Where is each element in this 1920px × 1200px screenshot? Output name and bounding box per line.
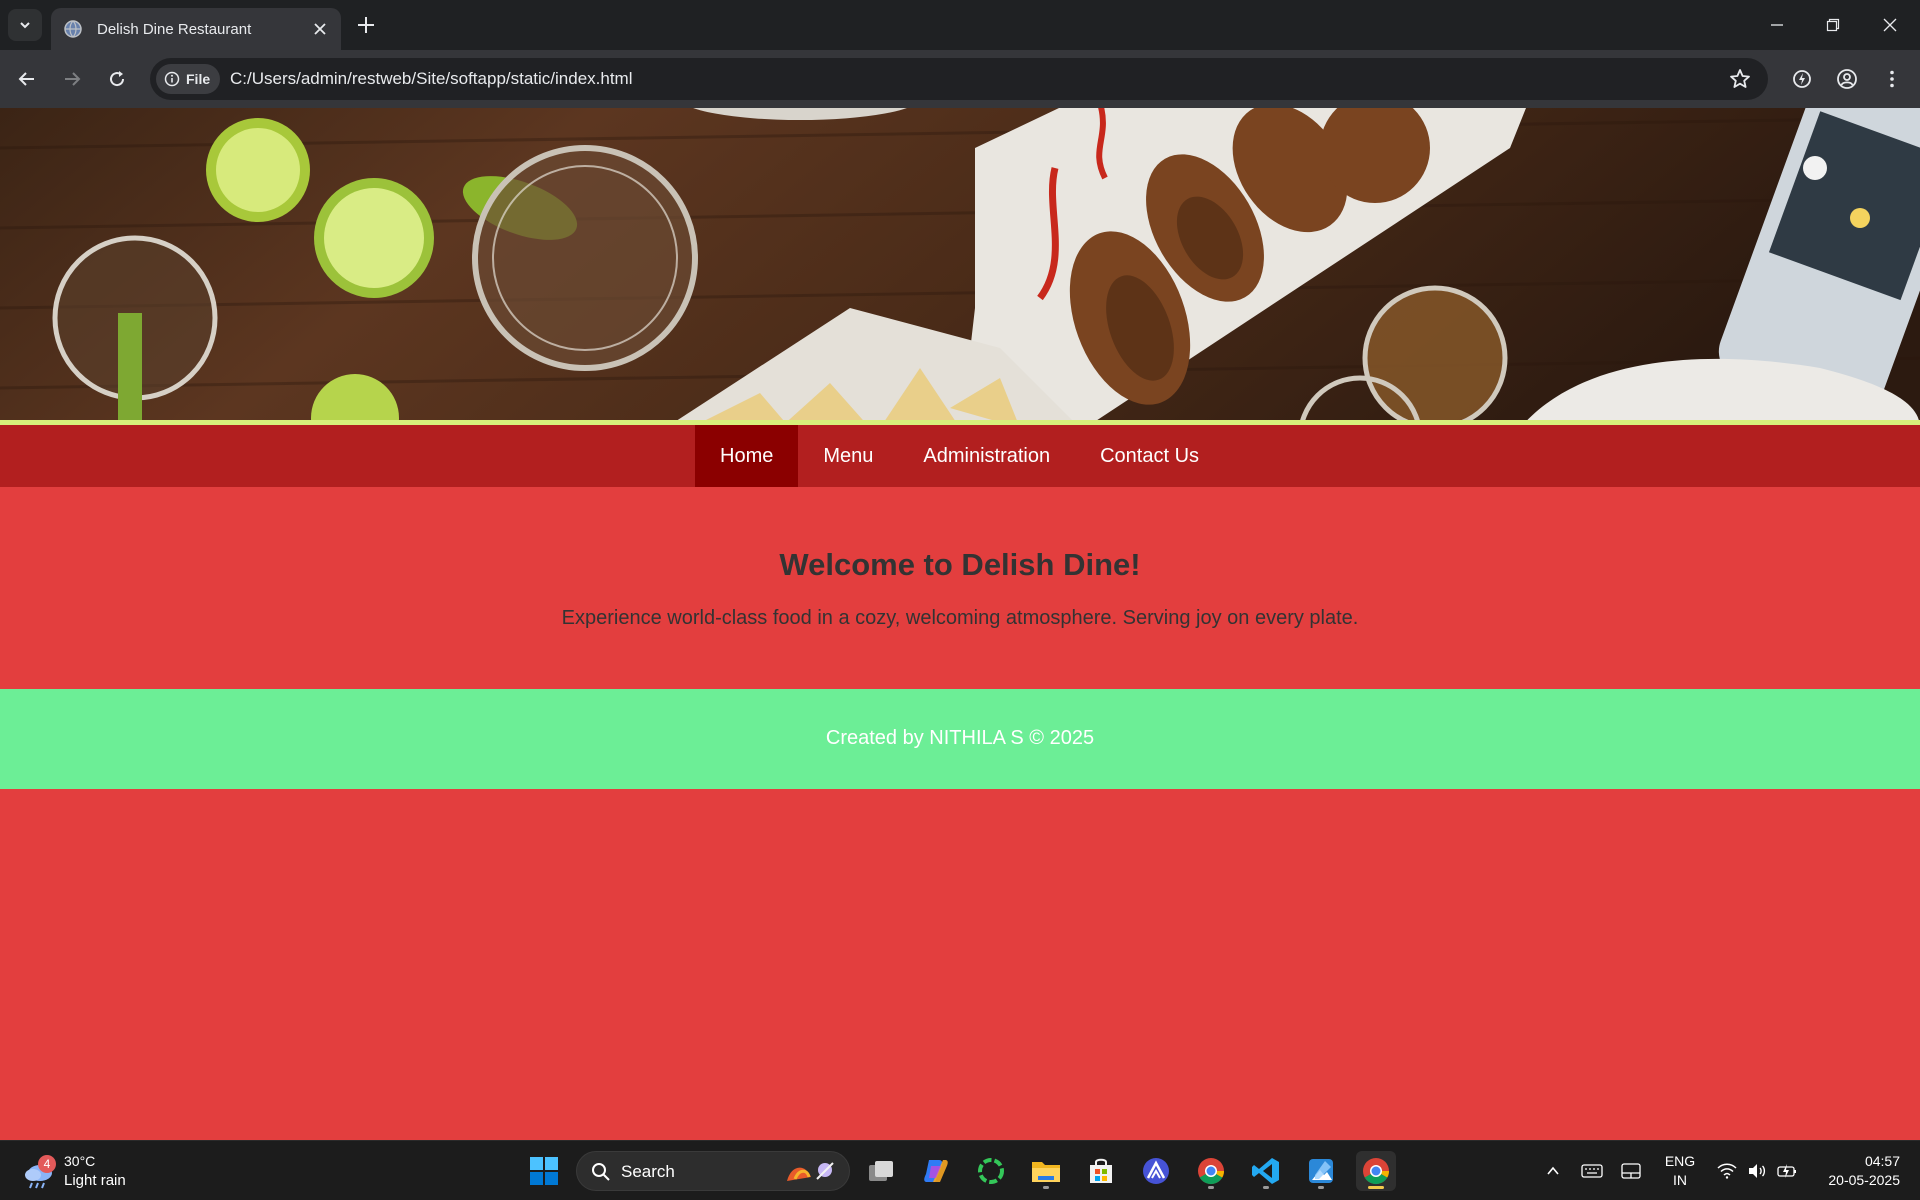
- browser-menu-button[interactable]: [1878, 65, 1906, 93]
- chrome-icon: [1363, 1158, 1390, 1185]
- hero-banner-image: [0, 108, 1920, 422]
- tab-title: Delish Dine Restaurant: [97, 20, 252, 38]
- file-explorer-app[interactable]: [1026, 1151, 1066, 1191]
- arrow-left-icon: [18, 72, 34, 86]
- vscode-icon: [1252, 1158, 1279, 1184]
- battery-status[interactable]: [1775, 1159, 1799, 1183]
- browser-toolbar: File C:/Users/admin/restweb/Site/softapp…: [0, 50, 1920, 108]
- weather-condition: Light rain: [64, 1172, 126, 1189]
- welcome-tagline: Experience world-class food in a cozy, w…: [561, 607, 1359, 629]
- site-footer: Created by NITHILA S © 2025: [0, 689, 1920, 789]
- reload-icon: [110, 71, 125, 87]
- welcome-section: Welcome to Delish Dine! Experience world…: [0, 487, 1920, 689]
- new-tab-plus-icon[interactable]: [354, 13, 378, 37]
- touchpad-button[interactable]: [1619, 1159, 1643, 1183]
- taskbar-search[interactable]: Search: [576, 1151, 850, 1191]
- arc-app[interactable]: [1136, 1151, 1176, 1191]
- keyboard-icon: [1581, 1164, 1603, 1178]
- language-region: IN: [1673, 1172, 1687, 1188]
- arrow-right-icon: [65, 72, 81, 86]
- window-close-button[interactable]: [1877, 12, 1903, 38]
- address-chip-label: File: [186, 71, 211, 87]
- profile-icon: [1837, 69, 1857, 89]
- triangle-app-icon: [1143, 1158, 1169, 1184]
- chevron-down-icon: [20, 22, 30, 29]
- touchpad-icon: [1621, 1163, 1641, 1179]
- minimize-icon: [1771, 24, 1783, 26]
- browser-tab-active[interactable]: Delish Dine Restaurant: [51, 8, 341, 50]
- volume-status[interactable]: [1745, 1159, 1769, 1183]
- site-info-chip[interactable]: File: [156, 64, 220, 94]
- windows-taskbar: 4 30°C Light rain Search ENG IN 04:57 20…: [0, 1140, 1920, 1200]
- running-indicator: [1263, 1186, 1269, 1189]
- nav-contact-us[interactable]: Contact Us: [1075, 425, 1224, 487]
- photos-app[interactable]: [1301, 1151, 1341, 1191]
- weather-alert-badge: 4: [38, 1155, 56, 1173]
- running-indicator: [1208, 1186, 1214, 1189]
- nav-home[interactable]: Home: [695, 425, 799, 487]
- search-icon: [592, 1163, 610, 1181]
- keyboard-button[interactable]: [1580, 1159, 1604, 1183]
- search-label: Search: [621, 1162, 675, 1181]
- system-clock[interactable]: 04:57 20-05-2025: [1808, 1152, 1900, 1190]
- performance-icon: [1793, 70, 1811, 88]
- circular-app-icon: [978, 1158, 1004, 1184]
- chrome-icon: [1198, 1158, 1225, 1185]
- clock-date: 20-05-2025: [1828, 1172, 1900, 1188]
- show-hidden-icons-button[interactable]: [1541, 1159, 1565, 1183]
- copilot-app[interactable]: [916, 1151, 956, 1191]
- back-button[interactable]: [13, 65, 41, 93]
- wifi-icon: [1717, 1163, 1737, 1179]
- weather-temperature: 30°C: [64, 1153, 96, 1169]
- info-icon: [164, 71, 180, 87]
- clock-time: 04:57: [1864, 1153, 1900, 1169]
- chrome-app[interactable]: [1191, 1151, 1231, 1191]
- language-code: ENG: [1664, 1153, 1696, 1169]
- chrome-app-active[interactable]: [1356, 1151, 1396, 1191]
- wifi-status[interactable]: [1715, 1159, 1739, 1183]
- profile-button[interactable]: [1833, 65, 1861, 93]
- nav-menu[interactable]: Menu: [798, 425, 898, 487]
- running-indicator: [1318, 1186, 1324, 1189]
- performance-button[interactable]: [1788, 65, 1816, 93]
- welcome-heading: Welcome to Delish Dine!: [779, 547, 1141, 582]
- running-indicator: [1043, 1186, 1049, 1189]
- tab-search-button[interactable]: [8, 9, 42, 41]
- food-photo-illustration: [0, 108, 1920, 422]
- store-app[interactable]: [1081, 1151, 1121, 1191]
- minimize-button[interactable]: [1764, 12, 1790, 38]
- start-button[interactable]: [524, 1151, 564, 1191]
- task-view-icon: [869, 1161, 893, 1181]
- restore-button[interactable]: [1820, 12, 1846, 38]
- vscode-app[interactable]: [1246, 1151, 1286, 1191]
- store-bag-icon: [1090, 1158, 1112, 1183]
- reload-button[interactable]: [103, 65, 131, 93]
- restore-icon: [1826, 18, 1840, 32]
- windows-logo-icon: [530, 1157, 558, 1185]
- close-icon: [1883, 18, 1897, 32]
- search-highlight-icon: [787, 1162, 834, 1181]
- globe-icon: [64, 20, 82, 38]
- active-indicator: [1368, 1186, 1384, 1189]
- site-navbar: Home Menu Administration Contact Us: [0, 425, 1920, 487]
- spinner-app[interactable]: [971, 1151, 1011, 1191]
- browser-tab-bar: Delish Dine Restaurant: [0, 0, 1920, 50]
- volume-icon: [1749, 1164, 1766, 1178]
- forward-button[interactable]: [58, 65, 86, 93]
- chevron-up-icon: [1547, 1166, 1559, 1175]
- nav-administration[interactable]: Administration: [898, 425, 1075, 487]
- battery-charging-icon: [1777, 1164, 1796, 1178]
- photo-editor-icon: [1309, 1159, 1333, 1183]
- input-language[interactable]: ENG IN: [1660, 1152, 1700, 1190]
- address-bar[interactable]: File C:/Users/admin/restweb/Site/softapp…: [150, 58, 1768, 100]
- task-view-button[interactable]: [861, 1151, 901, 1191]
- folder-icon: [1032, 1162, 1060, 1182]
- more-vertical-icon: [1890, 70, 1894, 88]
- close-icon[interactable]: [311, 20, 329, 38]
- weather-widget[interactable]: 4 30°C Light rain: [20, 1149, 140, 1193]
- bookmark-star-icon[interactable]: [1728, 67, 1752, 91]
- footer-credit: Created by NITHILA S © 2025: [825, 727, 1095, 749]
- url-text[interactable]: C:/Users/admin/restweb/Site/softapp/stat…: [230, 69, 633, 89]
- copilot-icon: [924, 1160, 948, 1182]
